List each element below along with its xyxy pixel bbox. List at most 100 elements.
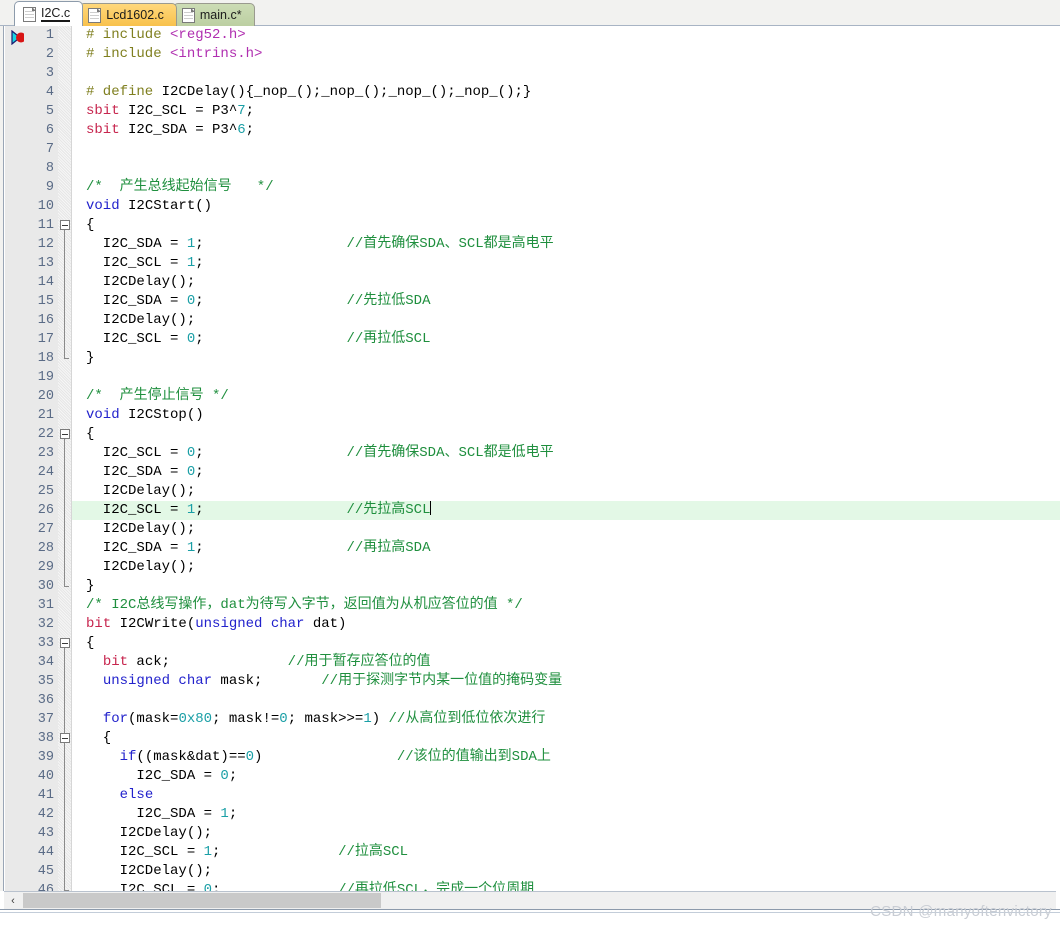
code-line[interactable]: { (72, 216, 1060, 235)
code-line[interactable]: # define I2CDelay(){_nop_();_nop_();_nop… (72, 83, 1060, 102)
scrollbar-thumb[interactable] (23, 893, 381, 908)
line-number: 38 (37, 731, 54, 746)
code-line[interactable] (72, 368, 1060, 387)
code-token: # define (86, 84, 162, 100)
code-line[interactable] (72, 64, 1060, 83)
code-line[interactable]: { (72, 634, 1060, 653)
tab-i2c-c[interactable]: I2C.c (14, 1, 84, 26)
line-number: 18 (37, 351, 54, 366)
code-line[interactable]: sbit I2C_SDA = P3^6; (72, 121, 1060, 140)
code-line[interactable]: I2CDelay(); (72, 824, 1060, 843)
scroll-left-arrow-icon[interactable]: ‹ (5, 893, 21, 908)
code-token: I2CDelay(); (86, 312, 196, 328)
fold-region-end (64, 358, 69, 359)
code-line[interactable]: # include <intrins.h> (72, 45, 1060, 64)
code-token: I2CDelay(); (86, 559, 196, 575)
code-line[interactable]: for(mask=0x80; mask!=0; mask>>=1) //从高位到… (72, 710, 1060, 729)
code-token: mask; (212, 673, 263, 689)
tab-label: Lcd1602.c (106, 8, 164, 22)
code-line[interactable]: I2C_SDA = 0; //先拉低SDA (72, 292, 1060, 311)
code-line[interactable]: else (72, 786, 1060, 805)
line-number: 4 (45, 85, 54, 100)
tab-lcd1602-c[interactable]: Lcd1602.c (79, 3, 177, 26)
code-token: 0 (186, 445, 196, 461)
fold-toggle-icon[interactable] (60, 220, 70, 230)
code-line[interactable]: /* 产生总线起始信号 */ (72, 178, 1060, 197)
code-line[interactable]: I2C_SDA = 0; (72, 463, 1060, 482)
code-text-area[interactable]: # include <reg52.h> # include <intrins.h>… (72, 26, 1060, 891)
code-line[interactable]: I2CDelay(); (72, 520, 1060, 539)
code-line[interactable] (72, 159, 1060, 178)
code-line[interactable]: sbit I2C_SCL = P3^7; (72, 102, 1060, 121)
file-icon (23, 6, 36, 22)
code-token: ) (371, 711, 389, 727)
code-line[interactable]: bit I2CWrite(unsigned char dat) (72, 615, 1060, 634)
code-line[interactable]: void I2CStart() (72, 197, 1060, 216)
code-line[interactable] (72, 691, 1060, 710)
code-line[interactable]: I2C_SCL = 0; //再拉低SCL，完成一个位周期 (72, 881, 1060, 891)
code-line[interactable]: I2C_SCL = 1; //先拉高SCL (72, 501, 1060, 520)
code-line[interactable]: I2C_SCL = 0; //首先确保SDA、SCL都是低电平 (72, 444, 1060, 463)
code-line[interactable]: I2C_SCL = 1; (72, 254, 1060, 273)
code-token: I2C_SCL = (86, 255, 187, 271)
code-line[interactable]: I2CDelay(); (72, 273, 1060, 292)
code-line[interactable]: void I2CStop() (72, 406, 1060, 425)
code-line[interactable]: I2C_SCL = 0; //再拉低SCL (72, 330, 1060, 349)
code-line[interactable]: unsigned char mask; //用于探测字节内某一位值的掩码变量 (72, 672, 1060, 691)
line-number: 43 (37, 826, 54, 841)
code-token: 1 (186, 502, 196, 518)
fold-toggle-icon[interactable] (60, 429, 70, 439)
fold-toggle-icon[interactable] (60, 638, 70, 648)
code-line[interactable]: { (72, 425, 1060, 444)
code-line[interactable]: I2C_SDA = 1; //再拉高SDA (72, 539, 1060, 558)
line-number: 35 (37, 674, 54, 689)
code-token: I2C_SCL = (86, 844, 204, 860)
code-line[interactable] (72, 140, 1060, 159)
code-line[interactable]: I2CDelay(); (72, 482, 1060, 501)
code-line[interactable]: I2C_SDA = 1; //首先确保SDA、SCL都是高电平 (72, 235, 1060, 254)
code-token: ((mask&dat)== (136, 749, 246, 765)
code-line[interactable]: I2C_SCL = 1; //拉高SCL (72, 843, 1060, 862)
code-token: I2CDelay(); (86, 483, 196, 499)
code-token: 1 (220, 806, 229, 822)
code-line[interactable]: } (72, 349, 1060, 368)
code-line[interactable]: } (72, 577, 1060, 596)
code-folding-margin[interactable] (58, 26, 72, 891)
code-token: //用于探测字节内某一位值的掩码变量 (321, 673, 563, 689)
code-line[interactable]: bit ack; //用于暂存应答位的值 (72, 653, 1060, 672)
code-token: I2C_SDA = (86, 806, 221, 822)
breakpoint-margin[interactable] (5, 26, 26, 891)
line-number: 29 (37, 560, 54, 575)
code-line[interactable]: /* I2C总线写操作，dat为待写入字节，返回值为从机应答位的值 */ (72, 596, 1060, 615)
code-line[interactable]: I2CDelay(); (72, 862, 1060, 881)
code-token: 1 (186, 236, 196, 252)
code-line[interactable]: I2CDelay(); (72, 558, 1060, 577)
tab-main-c[interactable]: main.c* (172, 3, 255, 26)
fold-region-line (64, 743, 65, 890)
code-line[interactable]: # include <reg52.h> (72, 26, 1060, 45)
code-line[interactable]: /* 产生停止信号 */ (72, 387, 1060, 406)
code-token: ; (195, 464, 204, 480)
code-token: //再拉低SCL，完成一个位周期 (338, 882, 535, 891)
line-number: 34 (37, 655, 54, 670)
code-line[interactable]: { (72, 729, 1060, 748)
code-line[interactable]: I2C_SDA = 0; (72, 767, 1060, 786)
line-number: 19 (37, 370, 54, 385)
line-number: 46 (37, 883, 54, 891)
code-token: ; mask!= (212, 711, 280, 727)
code-token: { (86, 217, 95, 233)
code-line[interactable]: if((mask&dat)==0) //该位的值输出到SDA上 (72, 748, 1060, 767)
code-line[interactable]: I2C_SDA = 1; (72, 805, 1060, 824)
file-icon (88, 7, 102, 23)
line-number: 17 (37, 332, 54, 347)
code-line[interactable]: I2CDelay(); (72, 311, 1060, 330)
code-token: { (86, 426, 95, 442)
code-editor[interactable]: 1 2 3 4 5 6 7 8 9 10 11 12 13 14 15 16 17 18 19 20 21 22 23 24 2… (0, 26, 1060, 891)
code-token: //拉高SCL (338, 844, 409, 860)
fold-toggle-icon[interactable] (60, 733, 70, 743)
